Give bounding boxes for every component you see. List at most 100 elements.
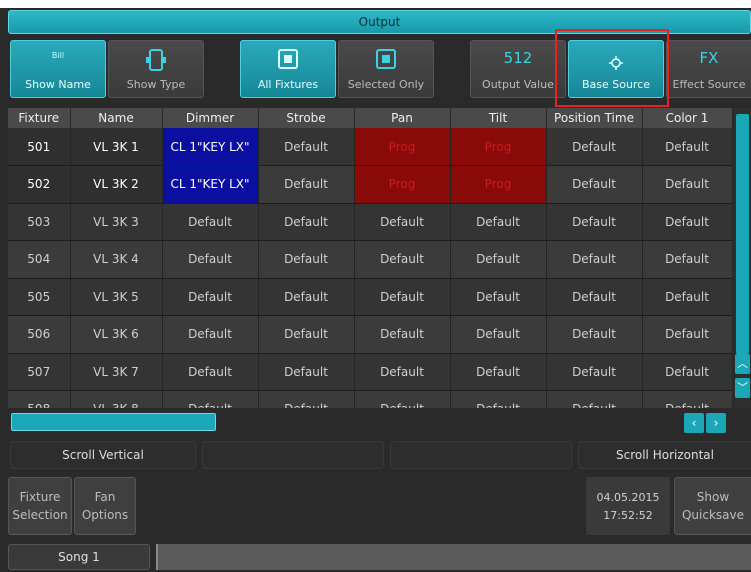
pan-cell[interactable]: Prog xyxy=(354,165,451,204)
table-row[interactable]: 503 VL 3K 3 Default Default Default Defa… xyxy=(8,203,732,241)
dimmer-cell[interactable]: Default xyxy=(162,353,259,391)
col-color-1[interactable]: Color 1 xyxy=(642,108,732,128)
scroll-up-icon[interactable]: ︿ xyxy=(735,354,750,374)
fixture-cell[interactable]: 507 xyxy=(8,353,71,391)
pan-cell[interactable]: Prog xyxy=(354,128,451,166)
position-time-cell[interactable]: Default xyxy=(546,390,643,408)
pan-cell[interactable]: Default xyxy=(354,203,451,241)
pan-cell[interactable]: Default xyxy=(354,315,451,354)
dimmer-cell[interactable]: Default xyxy=(162,278,259,316)
table-row[interactable]: 506 VL 3K 6 Default Default Default Defa… xyxy=(8,315,732,354)
table-row[interactable]: 508 VL 3K 8 Default Default Default Defa… xyxy=(8,390,732,408)
horizontal-scroll-thumb[interactable] xyxy=(11,413,216,431)
scroll-horizontal-button[interactable]: Scroll Horizontal xyxy=(578,441,751,469)
fixture-cell[interactable]: 502 xyxy=(8,165,71,204)
color-1-cell[interactable]: Default xyxy=(642,240,732,279)
pan-cell[interactable]: Default xyxy=(354,390,451,408)
col-name[interactable]: Name xyxy=(70,108,163,128)
fixture-selection-button[interactable]: Fixture Selection xyxy=(8,477,72,535)
col-position-time[interactable]: Position Time xyxy=(546,108,643,128)
strobe-cell[interactable]: Default xyxy=(258,203,355,241)
table-row[interactable]: 502 VL 3K 2 CL 1"KEY LX" Default Prog Pr… xyxy=(8,165,732,204)
position-time-cell[interactable]: Default xyxy=(546,203,643,241)
position-time-cell[interactable]: Default xyxy=(546,278,643,316)
color-1-cell[interactable]: Default xyxy=(642,315,732,354)
function-key-3[interactable] xyxy=(390,441,572,469)
fan-options-button[interactable]: Fan Options xyxy=(74,477,136,535)
strobe-cell[interactable]: Default xyxy=(258,165,355,204)
all-fixtures-button[interactable]: All Fixtures xyxy=(240,40,336,98)
strobe-cell[interactable]: Default xyxy=(258,240,355,279)
name-cell[interactable]: VL 3K 7 xyxy=(70,353,163,391)
name-cell[interactable]: VL 3K 5 xyxy=(70,278,163,316)
strobe-cell[interactable]: Default xyxy=(258,390,355,408)
fixture-cell[interactable]: 501 xyxy=(8,128,71,166)
effect-source-button[interactable]: FX Effect Source xyxy=(666,40,751,98)
fixture-cell[interactable]: 504 xyxy=(8,240,71,279)
position-time-cell[interactable]: Default xyxy=(546,353,643,391)
color-1-cell[interactable]: Default xyxy=(642,203,732,241)
position-time-cell[interactable]: Default xyxy=(546,165,643,204)
dimmer-cell[interactable]: Default xyxy=(162,240,259,279)
table-row[interactable]: 505 VL 3K 5 Default Default Default Defa… xyxy=(8,278,732,316)
color-1-cell[interactable]: Default xyxy=(642,165,732,204)
dimmer-cell[interactable]: CL 1"KEY LX" xyxy=(162,165,259,204)
horizontal-scrollbar[interactable]: ‹ › xyxy=(8,410,751,434)
scroll-vertical-button[interactable]: Scroll Vertical xyxy=(10,441,196,469)
dimmer-cell[interactable]: Default xyxy=(162,390,259,408)
scroll-right-icon[interactable]: › xyxy=(706,413,726,433)
position-time-cell[interactable]: Default xyxy=(546,128,643,166)
command-line[interactable] xyxy=(156,544,751,570)
color-1-cell[interactable]: Default xyxy=(642,353,732,391)
fixture-cell[interactable]: 506 xyxy=(8,315,71,354)
scroll-left-icon[interactable]: ‹ xyxy=(684,413,704,433)
position-time-cell[interactable]: Default xyxy=(546,240,643,279)
table-row[interactable]: 501 VL 3K 1 CL 1"KEY LX" Default Prog Pr… xyxy=(8,128,732,166)
vertical-scrollbar[interactable]: ︿ ﹀ xyxy=(734,108,751,408)
col-pan[interactable]: Pan xyxy=(354,108,451,128)
pan-cell[interactable]: Default xyxy=(354,353,451,391)
tilt-cell[interactable]: Prog xyxy=(450,165,547,204)
function-key-2[interactable] xyxy=(202,441,384,469)
tilt-cell[interactable]: Default xyxy=(450,278,547,316)
name-cell[interactable]: VL 3K 2 xyxy=(70,165,163,204)
name-cell[interactable]: VL 3K 6 xyxy=(70,315,163,354)
selected-only-button[interactable]: Selected Only xyxy=(338,40,434,98)
pan-cell[interactable]: Default xyxy=(354,240,451,279)
name-cell[interactable]: VL 3K 1 xyxy=(70,128,163,166)
strobe-cell[interactable]: Default xyxy=(258,278,355,316)
strobe-cell[interactable]: Default xyxy=(258,315,355,354)
pan-cell[interactable]: Default xyxy=(354,278,451,316)
tilt-cell[interactable]: Default xyxy=(450,240,547,279)
fixture-cell[interactable]: 508 xyxy=(8,390,71,408)
show-quicksave-button[interactable]: Show Quicksave xyxy=(674,477,751,535)
tilt-cell[interactable]: Default xyxy=(450,315,547,354)
color-1-cell[interactable]: Default xyxy=(642,390,732,408)
table-row[interactable]: 507 VL 3K 7 Default Default Default Defa… xyxy=(8,353,732,391)
dimmer-cell[interactable]: Default xyxy=(162,203,259,241)
col-strobe[interactable]: Strobe xyxy=(258,108,355,128)
scroll-down-icon[interactable]: ﹀ xyxy=(735,378,750,398)
fixture-cell[interactable]: 503 xyxy=(8,203,71,241)
vertical-scroll-thumb[interactable] xyxy=(736,114,749,354)
color-1-cell[interactable]: Default xyxy=(642,278,732,316)
tilt-cell[interactable]: Prog xyxy=(450,128,547,166)
tilt-cell[interactable]: Default xyxy=(450,203,547,241)
dimmer-cell[interactable]: CL 1"KEY LX" xyxy=(162,128,259,166)
name-cell[interactable]: VL 3K 4 xyxy=(70,240,163,279)
show-name-button[interactable]: Bill Show Name xyxy=(10,40,106,98)
col-dimmer[interactable]: Dimmer xyxy=(162,108,259,128)
tilt-cell[interactable]: Default xyxy=(450,390,547,408)
name-cell[interactable]: VL 3K 3 xyxy=(70,203,163,241)
base-source-button[interactable]: Base Source xyxy=(568,40,664,98)
col-fixture[interactable]: Fixture xyxy=(8,108,71,128)
output-value-button[interactable]: 512 Output Value xyxy=(470,40,566,98)
show-type-button[interactable]: Show Type xyxy=(108,40,204,98)
dimmer-cell[interactable]: Default xyxy=(162,315,259,354)
col-tilt[interactable]: Tilt xyxy=(450,108,547,128)
strobe-cell[interactable]: Default xyxy=(258,128,355,166)
table-row[interactable]: 504 VL 3K 4 Default Default Default Defa… xyxy=(8,240,732,279)
strobe-cell[interactable]: Default xyxy=(258,353,355,391)
color-1-cell[interactable]: Default xyxy=(642,128,732,166)
song-selector[interactable]: Song 1 xyxy=(8,544,150,570)
